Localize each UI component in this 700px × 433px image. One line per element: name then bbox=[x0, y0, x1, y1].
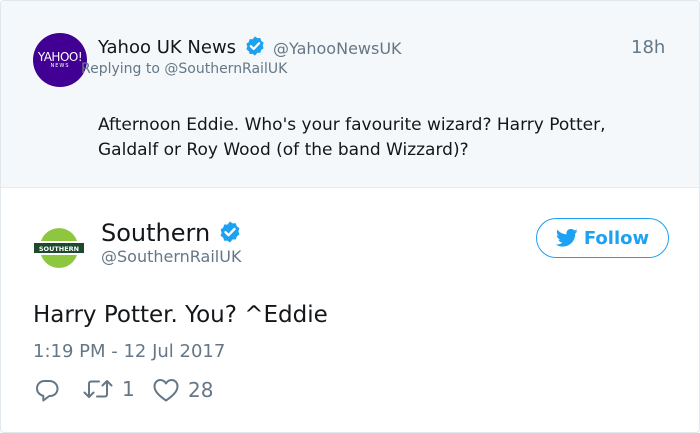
parent-author-name[interactable]: Yahoo UK News bbox=[98, 37, 236, 58]
replying-to[interactable]: Replying to @SouthernRailUK bbox=[81, 61, 287, 77]
parent-timestamp[interactable]: 18h bbox=[631, 37, 665, 58]
tweet-text: Harry Potter. You? ^Eddie bbox=[33, 302, 328, 328]
reply-icon bbox=[36, 380, 59, 402]
avatar-subtext: NEWS bbox=[50, 63, 70, 69]
retweet-icon bbox=[83, 380, 113, 398]
like-icon bbox=[153, 379, 179, 402]
verified-badge-icon bbox=[246, 36, 264, 56]
parent-tweet-text: Afternoon Eddie. Who's your favourite wi… bbox=[98, 115, 606, 160]
twitter-bird-icon bbox=[555, 228, 578, 247]
yahoo-avatar[interactable]: YAHOO! NEWS bbox=[33, 33, 87, 87]
reply-button[interactable] bbox=[34, 377, 60, 403]
tweet-timestamp[interactable]: 1:19 PM - 12 Jul 2017 bbox=[33, 341, 225, 362]
southern-avatar[interactable]: SOUTHERN bbox=[32, 221, 86, 275]
tweet-card: YAHOO! NEWS Yahoo UK News @YahooNewsUK 1… bbox=[0, 0, 700, 433]
avatar-wordmark: SOUTHERN bbox=[39, 245, 79, 253]
parent-tweet[interactable]: YAHOO! NEWS Yahoo UK News @YahooNewsUK 1… bbox=[1, 1, 699, 188]
like-button[interactable]: 28 bbox=[152, 377, 213, 403]
like-count: 28 bbox=[188, 378, 214, 402]
avatar-wordmark: YAHOO! bbox=[37, 50, 83, 64]
verified-badge-icon bbox=[220, 221, 240, 243]
southern-logo: SOUTHERN bbox=[32, 221, 86, 275]
author-name[interactable]: Southern bbox=[101, 219, 210, 247]
author-handle[interactable]: @SouthernRailUK bbox=[101, 247, 241, 266]
retweet-count: 1 bbox=[122, 377, 135, 401]
retweet-button[interactable]: 1 bbox=[82, 377, 135, 401]
parent-author-handle[interactable]: @YahooNewsUK bbox=[273, 39, 402, 58]
follow-button[interactable]: Follow bbox=[536, 218, 669, 258]
follow-label: Follow bbox=[583, 227, 650, 249]
